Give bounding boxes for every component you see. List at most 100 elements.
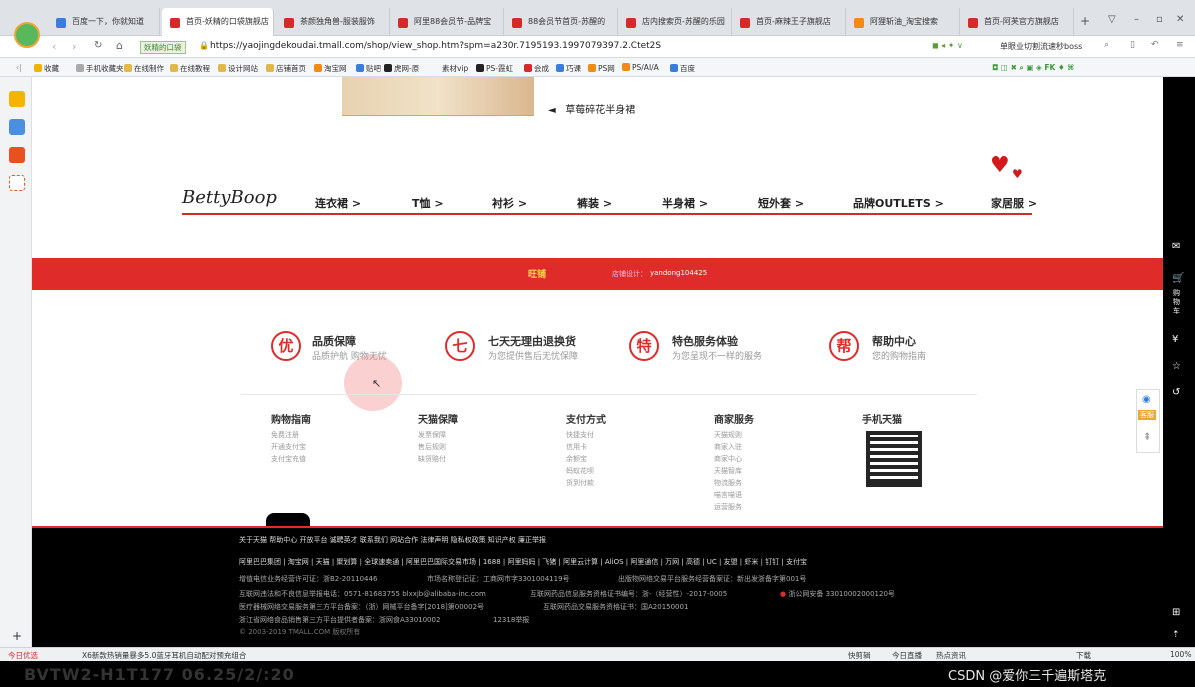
yen-icon[interactable]: ¥ [1172,334,1178,345]
footer-link[interactable]: 运营服务 [714,502,742,512]
reload-icon[interactable]: ↻ [94,40,102,51]
restore-icon[interactable]: ▽ [1108,14,1116,25]
product-image[interactable] [342,77,534,116]
footer-row-links[interactable]: 关于天猫 帮助中心 开放平台 诚聘英才 联系我们 网站合作 法律声明 隐私权政策… [239,535,546,545]
nav-item-pants[interactable]: 裤装 > [577,195,612,211]
status-item[interactable]: 今日直播 [892,650,922,661]
bookmark-item[interactable]: 淘宝网 [314,63,347,74]
status-news[interactable]: X6新款热销量暴多5.0蓝牙耳机自动配对预充组合 [82,650,246,661]
add-icon[interactable]: + [12,629,22,643]
home-icon[interactable]: ⌂ [116,39,123,52]
weibo-icon[interactable] [9,147,25,163]
bookmark-item[interactable]: PS/AI/A [622,63,659,72]
nav-item-skirt[interactable]: 半身裙 > [662,195,708,211]
mail-icon[interactable] [9,175,25,191]
nav-item-dress[interactable]: 连衣裙 > [315,195,361,211]
bookmark-item[interactable]: 贴吧 [356,63,381,74]
product-caption[interactable]: ◄ 草莓碎花半身裙 [548,101,635,116]
toolbar-icons[interactable]: ◼ ◂ ✦ ∨ [932,41,963,50]
nav-item-jacket[interactable]: 短外套 > [758,195,804,211]
bookmark-item[interactable]: 百度 [670,63,695,74]
new-tab-icon[interactable]: + [1080,14,1090,28]
nav-item-homewear[interactable]: 家居服 > [991,195,1037,211]
status-item[interactable]: 下载 [1076,650,1091,661]
footer-link[interactable]: 余额宝 [566,454,587,464]
bookmark-item[interactable]: 手机收藏夹 [76,63,124,74]
browser-tab[interactable]: 百度一下，你就知道 [48,8,160,36]
footer-link[interactable]: 货到付款 [566,478,594,488]
browser-tab[interactable]: 阿里88会员节-品牌宝 [390,8,504,36]
browser-tab[interactable]: 茶颜独角兽-服装服饰 [276,8,390,36]
status-left[interactable]: 今日优选 [8,650,38,661]
nav-item-outlets[interactable]: 品牌OUTLETS > [853,195,944,211]
cart-label[interactable]: 购物车 [1173,289,1183,316]
chat-icon[interactable]: ◉ [1142,394,1151,405]
extension-icons[interactable]: ◘ ◫ ✖ ⌕ ▣ ◈ FK ♦ ⌘ [992,63,1074,73]
bookmark-item[interactable]: PS-霞虹 [476,63,513,74]
close-icon[interactable]: ✕ [1176,14,1184,25]
footer-link[interactable]: 支付宝充值 [271,454,306,464]
maximize-icon[interactable]: ▫ [1156,14,1163,25]
footer-link[interactable]: 喵言喵语 [714,490,742,500]
favorite-star-icon[interactable]: ☆ [1172,361,1181,372]
history-icon[interactable]: ↺ [1172,387,1180,398]
footer-link[interactable]: 蚂蚁花呗 [566,466,594,476]
bookmark-item[interactable]: 收藏 [34,63,59,74]
bookmark-item[interactable]: 素材vip [442,63,468,74]
footer-link[interactable]: 商家入驻 [714,442,742,452]
undo-icon[interactable]: ↶ [1151,40,1159,50]
status-item[interactable]: 快剪辑 [848,650,871,661]
bookmark-item[interactable]: 店铺首页 [266,63,306,74]
footer-link[interactable]: 商家中心 [714,454,742,464]
forward-icon[interactable]: › [72,40,76,53]
service-button[interactable]: 客服 [1138,410,1156,420]
qr-code[interactable] [866,431,922,487]
footer-link[interactable]: 发票保障 [418,430,446,440]
footer-link[interactable]: 免费注册 [271,430,299,440]
bookmark-item[interactable]: 虎网-原 [384,63,419,74]
top-icon[interactable]: ⇡ [1172,630,1180,640]
bookmark-item[interactable]: 巧课 [556,63,581,74]
bookmark-item[interactable]: 在线教程 [170,63,210,74]
avatar[interactable] [14,22,40,48]
search-hint[interactable]: 单眼业切割流速秒boss [1000,41,1082,52]
brand-logo[interactable]: BettyBoop [182,187,277,208]
minimize-icon[interactable]: – [1134,14,1139,25]
footer-link[interactable]: 物流服务 [714,478,742,488]
footer-link[interactable]: 缺货赔付 [418,454,446,464]
nav-item-tshirt[interactable]: T恤 > [412,195,444,211]
browser-tab[interactable]: 首页-麻辣王子旗舰店 [732,8,846,36]
shop-badge[interactable]: 妖精的口袋 [140,41,186,54]
footer-link[interactable]: 信用卡 [566,442,587,452]
browser-tab[interactable]: 店内搜索页-苏醒的乐园 [618,8,732,36]
back-to-top-icon[interactable]: ⇞ [1143,432,1151,443]
footer-row-group[interactable]: 阿里巴巴集团 | 淘宝网 | 天猫 | 聚划算 | 全球速卖通 | 阿里巴巴国际… [239,557,807,567]
back-icon[interactable]: ‹ [52,40,56,53]
bookmark-item[interactable]: 会成 [524,63,549,74]
status-item[interactable]: 热点资讯 [936,650,966,661]
footer-link[interactable]: 天猫规则 [714,430,742,440]
mail-icon[interactable]: ✉ [1172,241,1180,252]
browser-tab[interactable]: 首页-阿芙官方旗舰店 [960,8,1074,36]
search-icon[interactable]: ⌕ [1104,40,1109,50]
browser-tab-active[interactable]: 首页-妖精的口袋旗舰店 [162,8,274,36]
bookmark-item[interactable]: PS网 [588,63,615,74]
qr-icon[interactable]: ⊞ [1172,607,1180,618]
bookmark-item[interactable]: 在线制作 [124,63,164,74]
zoom-level[interactable]: 100% [1170,650,1191,659]
bookmark-item[interactable]: 设计网站 [218,63,258,74]
browser-tab[interactable]: 阿狸斩油_淘宝搜索 [846,8,960,36]
footer-link[interactable]: 售后规则 [418,442,446,452]
favorites-icon[interactable] [9,91,25,107]
tablet-icon[interactable]: ▯ [1130,40,1135,50]
footer-link[interactable]: 开通支付宝 [271,442,306,452]
url-input[interactable]: https://yaojingdekoudai.tmall.com/shop/v… [210,41,661,51]
footer-link[interactable]: 快捷支付 [566,430,594,440]
notes-icon[interactable] [9,119,25,135]
menu-icon[interactable]: ≡ [1176,40,1184,50]
footer-link[interactable]: 天猫智库 [714,466,742,476]
browser-tab[interactable]: 88会员节首页-苏醒的 [504,8,618,36]
collapse-icon[interactable]: ‹| [16,63,22,72]
nav-item-shirt[interactable]: 衬衫 > [492,195,527,211]
cart-icon[interactable]: 🛒 [1172,273,1184,284]
